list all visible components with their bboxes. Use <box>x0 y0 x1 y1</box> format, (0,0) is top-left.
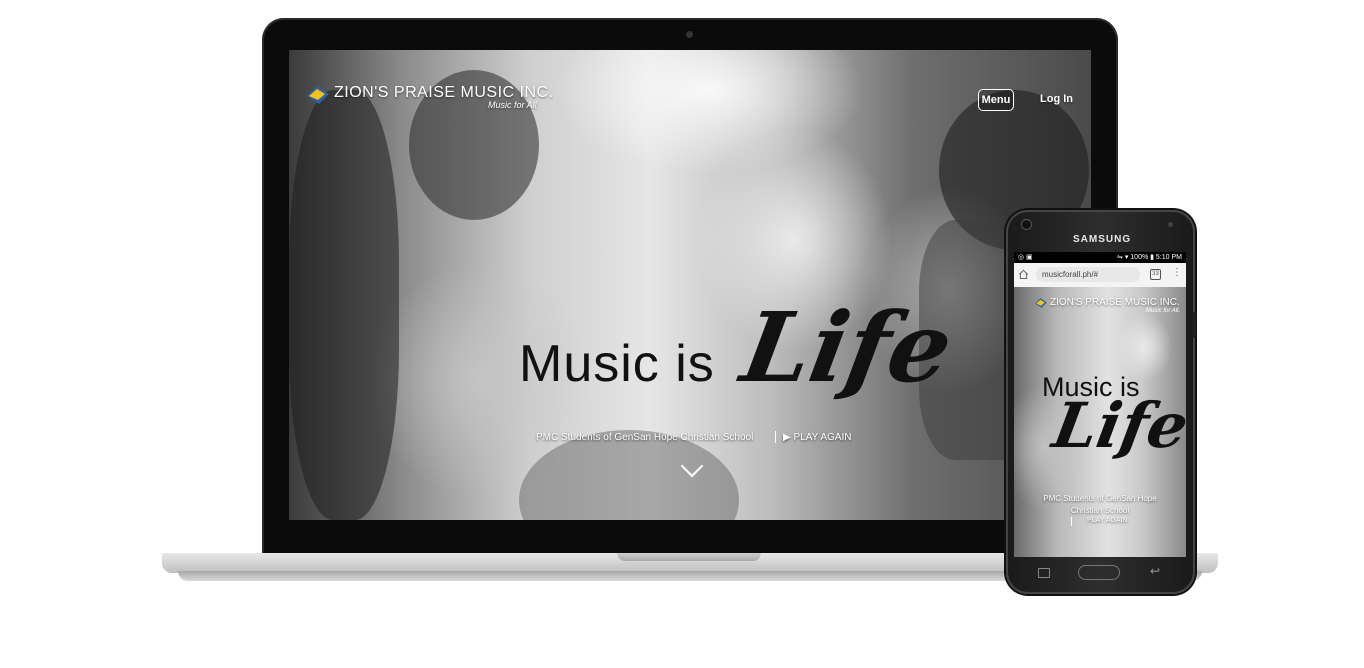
url-input[interactable]: musicforall.ph/# <box>1036 267 1140 282</box>
status-icons-left: ◎ ▣ <box>1018 254 1033 261</box>
mobile-brand-name[interactable]: ZION'S PRAISE MUSIC INC. <box>1050 297 1180 308</box>
mobile-hero-script-word: Life <box>1047 389 1186 462</box>
hero-photo-shape <box>289 90 399 520</box>
url-text: musicforall.ph/# <box>1042 270 1099 279</box>
tabs-icon[interactable]: 33 <box>1150 269 1161 280</box>
mobile-play-again-button[interactable]: PLAY AGAIN <box>1087 517 1128 524</box>
recents-icon[interactable] <box>1038 568 1050 578</box>
logo-badge-icon[interactable] <box>1034 297 1048 309</box>
mobile-hero-caption: PMC Students of GenSan Hope Christian Sc… <box>1043 494 1157 515</box>
browser-url-bar: musicforall.ph/# 33 ⋮ <box>1014 263 1186 288</box>
mobile-caption-divider <box>1071 517 1072 526</box>
status-icons-right: ⇋ ▾ 100% ▮ 5:10 PM <box>1117 254 1182 261</box>
phone-camera <box>1022 220 1031 229</box>
phone-screen: ◎ ▣ ⇋ ▾ 100% ▮ 5:10 PM musicforall.ph/# … <box>1014 252 1186 557</box>
nav-home-button[interactable] <box>1078 565 1120 580</box>
brand-tagline: Music for All. <box>488 100 540 110</box>
hero-photo-shape <box>519 430 739 520</box>
phone-nav-bar: ↩ <box>1014 560 1186 586</box>
play-again-button[interactable]: ▶ PLAY AGAIN <box>783 432 851 443</box>
hero-title: Music is <box>519 335 715 393</box>
phone-sensor <box>1168 222 1173 227</box>
phone-status-bar: ◎ ▣ ⇋ ▾ 100% ▮ 5:10 PM <box>1014 252 1186 263</box>
home-icon[interactable] <box>1019 270 1028 279</box>
phone-side-button <box>1193 312 1196 338</box>
laptop-screen <box>289 50 1091 520</box>
laptop-notch <box>617 553 761 561</box>
back-icon[interactable]: ↩ <box>1150 564 1160 578</box>
laptop-camera <box>686 31 693 38</box>
logo-badge-icon[interactable] <box>305 84 331 106</box>
mobile-brand-tagline: Music for All. <box>1146 308 1181 314</box>
caption-divider <box>775 431 776 443</box>
hero-script-word: Life <box>734 291 961 404</box>
phone-brand-label: SAMSUNG <box>1073 234 1132 245</box>
menu-button[interactable]: Menu <box>978 89 1014 111</box>
login-link[interactable]: Log In <box>1040 93 1073 105</box>
hero-caption: PMC Students of GenSan Hope Christian Sc… <box>536 432 754 443</box>
phone-site-hero: ZION'S PRAISE MUSIC INC. Music for All. … <box>1014 287 1186 557</box>
more-vert-icon[interactable]: ⋮ <box>1172 268 1182 278</box>
